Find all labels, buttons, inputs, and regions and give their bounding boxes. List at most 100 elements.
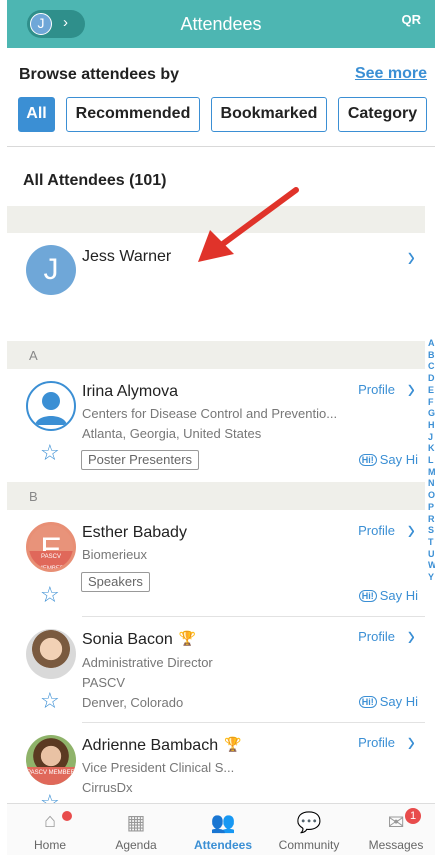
- alpha-index-letter[interactable]: M: [428, 467, 435, 479]
- red-arrow-annotation: [198, 187, 299, 262]
- say-hi-button[interactable]: Hi! Say Hi: [358, 694, 418, 709]
- filter-all[interactable]: All: [18, 97, 55, 132]
- avatar[interactable]: [26, 629, 76, 679]
- member-badge: PASCV MEMBER: [29, 551, 73, 569]
- attendee-name-text: Sonia Bacon: [82, 631, 173, 648]
- nav-label: Agenda: [115, 838, 157, 852]
- see-more-link[interactable]: See more: [355, 65, 427, 83]
- say-hi-button[interactable]: Hi! Say Hi: [358, 452, 418, 467]
- alpha-index-letter[interactable]: J: [428, 432, 435, 444]
- attendee-name[interactable]: Irina Alymova: [82, 383, 178, 401]
- category-tag: Poster Presenters: [81, 450, 200, 470]
- say-hi-button[interactable]: Hi! Say Hi: [358, 588, 418, 603]
- section-letter: B: [29, 489, 38, 504]
- alpha-index-letter[interactable]: K: [428, 443, 435, 455]
- category-tag: Speakers: [81, 572, 150, 592]
- chevron-right-icon[interactable]: ›: [408, 725, 415, 759]
- page-title: Attendees: [180, 14, 262, 34]
- attendee-name[interactable]: Sonia Bacon 🏆: [82, 630, 196, 649]
- alpha-index-letter[interactable]: W: [428, 560, 435, 572]
- chevron-right-icon[interactable]: ›: [408, 240, 415, 274]
- hi-icon: Hi!: [358, 454, 377, 466]
- alpha-index-letter[interactable]: O: [428, 490, 435, 502]
- alpha-index-letter[interactable]: D: [428, 373, 435, 385]
- avatar[interactable]: J: [26, 245, 76, 295]
- nav-agenda[interactable]: ▦ Agenda: [101, 810, 171, 852]
- browse-label: Browse attendees by: [19, 66, 180, 83]
- bottom-navigation: ⌂ Home ▦ Agenda 👥 Attendees 💬 Community …: [7, 803, 435, 855]
- divider: [7, 146, 435, 147]
- messages-badge: 1: [405, 808, 421, 824]
- say-hi-label: Say Hi: [379, 452, 418, 467]
- alphabet-index[interactable]: ABCDEFGHJKLMNOPRSTUWY: [428, 338, 435, 584]
- person-icon: [35, 392, 67, 425]
- attendee-location: Atlanta, Georgia, United States: [82, 426, 262, 441]
- alpha-index-letter[interactable]: G: [428, 408, 435, 420]
- nav-messages[interactable]: ✉ Messages 1: [361, 808, 431, 852]
- attendee-organization: Centers for Disease Control and Preventi…: [82, 406, 338, 421]
- attendee-organization: CirrusDx: [82, 780, 133, 795]
- alpha-index-letter[interactable]: A: [428, 338, 435, 350]
- chevron-right-icon[interactable]: ›: [408, 372, 415, 406]
- bookmark-star-icon[interactable]: ☆: [40, 688, 60, 714]
- profile-link[interactable]: Profile: [358, 735, 395, 750]
- alpha-index-letter[interactable]: R: [428, 514, 435, 526]
- section-letter: A: [29, 348, 38, 363]
- profile-link[interactable]: Profile: [358, 382, 395, 397]
- alpha-index-letter[interactable]: E: [428, 385, 435, 397]
- nav-label: Home: [33, 838, 66, 852]
- chevron-right-icon[interactable]: ›: [408, 619, 415, 653]
- qr-button[interactable]: QR: [402, 12, 422, 27]
- filter-recommended[interactable]: Recommended: [66, 97, 200, 132]
- people-icon: 👥: [210, 812, 236, 834]
- profile-link[interactable]: Profile: [358, 629, 395, 644]
- hi-icon: Hi!: [358, 590, 377, 602]
- attendee-name[interactable]: Adrienne Bambach 🏆: [82, 736, 242, 755]
- attendees-count-heading: All Attendees (101): [23, 172, 167, 189]
- nav-community[interactable]: 💬 Community: [274, 810, 344, 852]
- avatar[interactable]: E PASCV MEMBER: [26, 522, 76, 572]
- alpha-index-letter[interactable]: U: [428, 549, 435, 561]
- trophy-icon: 🏆: [178, 630, 197, 646]
- calendar-icon: ▦: [126, 812, 146, 834]
- profile-link[interactable]: Profile: [358, 523, 395, 538]
- member-badge: PASCV MEMBER: [26, 767, 76, 785]
- alpha-index-letter[interactable]: B: [428, 350, 435, 362]
- alpha-index-letter[interactable]: T: [428, 537, 435, 549]
- trophy-icon: 🏆: [224, 736, 242, 752]
- alpha-index-letter[interactable]: S: [428, 525, 435, 537]
- attendee-name-text: Adrienne Bambach: [82, 737, 219, 754]
- attendee-name[interactable]: Jess Warner: [82, 248, 171, 266]
- alpha-index-letter[interactable]: F: [428, 397, 435, 409]
- avatar[interactable]: PASCV MEMBER: [26, 735, 76, 785]
- bookmark-star-icon[interactable]: ☆: [40, 582, 60, 608]
- row-separator: [82, 722, 425, 723]
- say-hi-label: Say Hi: [379, 588, 418, 603]
- home-icon: ⌂: [43, 810, 57, 832]
- attendee-name[interactable]: Esther Babady: [82, 524, 187, 542]
- nav-home[interactable]: ⌂ Home: [15, 810, 85, 852]
- section-header-a: A: [7, 341, 425, 369]
- qr-label: QR: [401, 12, 422, 27]
- chevron-right-icon[interactable]: ›: [408, 513, 415, 547]
- say-hi-label: Say Hi: [379, 694, 418, 709]
- nav-label: Messages: [368, 838, 424, 852]
- alpha-index-letter[interactable]: L: [428, 455, 435, 467]
- attendee-organization: Biomerieux: [82, 547, 148, 562]
- attendee-title: Administrative Director: [82, 655, 213, 670]
- alpha-index-letter[interactable]: H: [428, 420, 435, 432]
- nav-attendees[interactable]: 👥 Attendees: [188, 810, 258, 852]
- attendee-title: Vice President Clinical S...: [82, 760, 235, 775]
- bookmark-star-icon[interactable]: ☆: [40, 440, 60, 466]
- alpha-index-letter[interactable]: C: [428, 361, 435, 373]
- hi-icon: Hi!: [358, 696, 377, 708]
- alpha-index-letter[interactable]: N: [428, 478, 435, 490]
- nav-label: Community: [278, 838, 340, 852]
- notification-dot: [62, 811, 72, 821]
- avatar[interactable]: [26, 381, 76, 431]
- alpha-index-letter[interactable]: P: [428, 502, 435, 514]
- filter-category[interactable]: Category: [338, 97, 427, 132]
- section-header-b: B: [7, 482, 425, 510]
- alpha-index-letter[interactable]: Y: [428, 572, 435, 584]
- filter-bookmarked[interactable]: Bookmarked: [211, 97, 327, 132]
